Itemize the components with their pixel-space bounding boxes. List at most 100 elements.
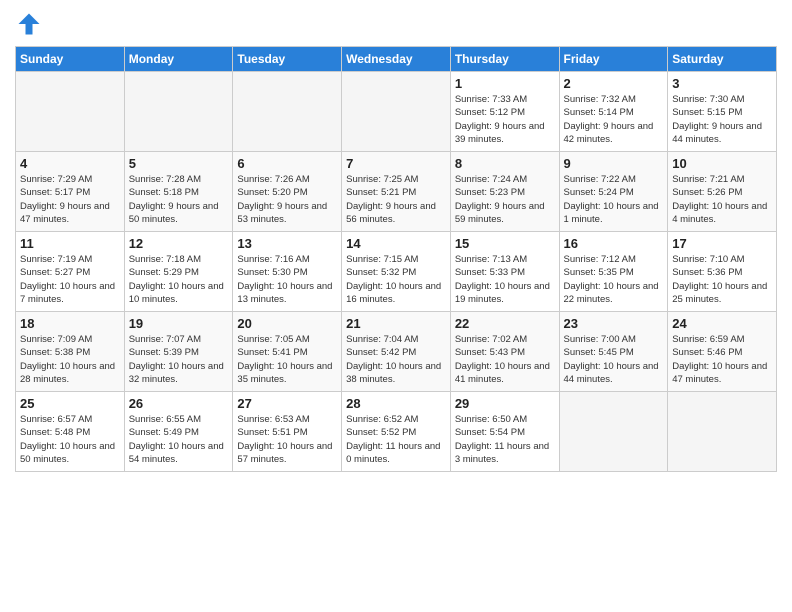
day-number: 18 [20, 316, 120, 331]
day-info: Sunrise: 7:29 AMSunset: 5:17 PMDaylight:… [20, 173, 120, 226]
day-cell: 15 Sunrise: 7:13 AMSunset: 5:33 PMDayligh… [450, 232, 559, 312]
day-number: 4 [20, 156, 120, 171]
day-number: 7 [346, 156, 446, 171]
day-info: Sunrise: 7:19 AMSunset: 5:27 PMDaylight:… [20, 253, 120, 306]
day-cell: 16 Sunrise: 7:12 AMSunset: 5:35 PMDayligh… [559, 232, 668, 312]
week-row-2: 4 Sunrise: 7:29 AMSunset: 5:17 PMDaylight… [16, 152, 777, 232]
day-header-thursday: Thursday [450, 47, 559, 72]
day-cell: 9 Sunrise: 7:22 AMSunset: 5:24 PMDaylight… [559, 152, 668, 232]
calendar-table: SundayMondayTuesdayWednesdayThursdayFrid… [15, 46, 777, 472]
day-cell [559, 392, 668, 472]
day-info: Sunrise: 7:05 AMSunset: 5:41 PMDaylight:… [237, 333, 337, 386]
page-header [15, 10, 777, 38]
day-cell: 8 Sunrise: 7:24 AMSunset: 5:23 PMDaylight… [450, 152, 559, 232]
day-cell: 12 Sunrise: 7:18 AMSunset: 5:29 PMDayligh… [124, 232, 233, 312]
day-cell: 29Sunrise: 6:50 AMSunset: 5:54 PMDayligh… [450, 392, 559, 472]
day-number: 23 [564, 316, 664, 331]
day-info: Sunrise: 7:21 AMSunset: 5:26 PMDaylight:… [672, 173, 772, 226]
day-info: Sunrise: 7:25 AMSunset: 5:21 PMDaylight:… [346, 173, 446, 226]
day-number: 17 [672, 236, 772, 251]
header-row: SundayMondayTuesdayWednesdayThursdayFrid… [16, 47, 777, 72]
day-cell [124, 72, 233, 152]
day-header-tuesday: Tuesday [233, 47, 342, 72]
day-cell: 18Sunrise: 7:09 AMSunset: 5:38 PMDayligh… [16, 312, 125, 392]
day-info: Sunrise: 7:33 AMSunset: 5:12 PMDaylight:… [455, 93, 555, 146]
day-info: Sunrise: 7:24 AMSunset: 5:23 PMDaylight:… [455, 173, 555, 226]
day-cell: 2 Sunrise: 7:32 AMSunset: 5:14 PMDaylight… [559, 72, 668, 152]
day-cell: 25 Sunrise: 6:57 AMSunset: 5:48 PMDayligh… [16, 392, 125, 472]
day-header-sunday: Sunday [16, 47, 125, 72]
day-cell [16, 72, 125, 152]
day-cell: 19Sunrise: 7:07 AMSunset: 5:39 PMDayligh… [124, 312, 233, 392]
day-cell: 26 Sunrise: 6:55 AMSunset: 5:49 PMDayligh… [124, 392, 233, 472]
day-header-monday: Monday [124, 47, 233, 72]
day-cell: 14 Sunrise: 7:15 AMSunset: 5:32 PMDayligh… [342, 232, 451, 312]
day-number: 28 [346, 396, 446, 411]
day-number: 22 [455, 316, 555, 331]
day-cell: 20 Sunrise: 7:05 AMSunset: 5:41 PMDayligh… [233, 312, 342, 392]
day-number: 3 [672, 76, 772, 91]
day-cell [233, 72, 342, 152]
day-header-wednesday: Wednesday [342, 47, 451, 72]
day-number: 24 [672, 316, 772, 331]
week-row-1: 1 Sunrise: 7:33 AMSunset: 5:12 PMDaylight… [16, 72, 777, 152]
day-number: 2 [564, 76, 664, 91]
day-cell: 3 Sunrise: 7:30 AMSunset: 5:15 PMDaylight… [668, 72, 777, 152]
day-cell [342, 72, 451, 152]
week-row-3: 11 Sunrise: 7:19 AMSunset: 5:27 PMDayligh… [16, 232, 777, 312]
day-cell: 5 Sunrise: 7:28 AMSunset: 5:18 PMDaylight… [124, 152, 233, 232]
day-number: 5 [129, 156, 229, 171]
day-number: 15 [455, 236, 555, 251]
day-number: 12 [129, 236, 229, 251]
day-cell: 28 Sunrise: 6:52 AMSunset: 5:52 PMDayligh… [342, 392, 451, 472]
day-cell: 4 Sunrise: 7:29 AMSunset: 5:17 PMDaylight… [16, 152, 125, 232]
day-cell: 17 Sunrise: 7:10 AMSunset: 5:36 PMDayligh… [668, 232, 777, 312]
day-number: 1 [455, 76, 555, 91]
day-info: Sunrise: 7:04 AMSunset: 5:42 PMDaylight:… [346, 333, 446, 386]
day-info: Sunrise: 7:12 AMSunset: 5:35 PMDaylight:… [564, 253, 664, 306]
day-cell: 24 Sunrise: 6:59 AMSunset: 5:46 PMDayligh… [668, 312, 777, 392]
day-cell: 1 Sunrise: 7:33 AMSunset: 5:12 PMDaylight… [450, 72, 559, 152]
day-info: Sunrise: 7:02 AMSunset: 5:43 PMDaylight:… [455, 333, 555, 386]
day-number: 26 [129, 396, 229, 411]
day-cell: 21Sunrise: 7:04 AMSunset: 5:42 PMDayligh… [342, 312, 451, 392]
day-header-friday: Friday [559, 47, 668, 72]
day-cell: 27Sunrise: 6:53 AMSunset: 5:51 PMDayligh… [233, 392, 342, 472]
day-number: 16 [564, 236, 664, 251]
day-cell: 22 Sunrise: 7:02 AMSunset: 5:43 PMDayligh… [450, 312, 559, 392]
day-cell: 23Sunrise: 7:00 AMSunset: 5:45 PMDayligh… [559, 312, 668, 392]
day-info: Sunrise: 7:10 AMSunset: 5:36 PMDaylight:… [672, 253, 772, 306]
week-row-5: 25 Sunrise: 6:57 AMSunset: 5:48 PMDayligh… [16, 392, 777, 472]
day-number: 25 [20, 396, 120, 411]
day-info: Sunrise: 7:28 AMSunset: 5:18 PMDaylight:… [129, 173, 229, 226]
day-info: Sunrise: 7:13 AMSunset: 5:33 PMDaylight:… [455, 253, 555, 306]
day-number: 8 [455, 156, 555, 171]
logo [15, 10, 47, 38]
day-cell: 13Sunrise: 7:16 AMSunset: 5:30 PMDayligh… [233, 232, 342, 312]
logo-icon [15, 10, 43, 38]
day-number: 11 [20, 236, 120, 251]
day-info: Sunrise: 6:55 AMSunset: 5:49 PMDaylight:… [129, 413, 229, 466]
day-info: Sunrise: 7:22 AMSunset: 5:24 PMDaylight:… [564, 173, 664, 226]
day-info: Sunrise: 7:26 AMSunset: 5:20 PMDaylight:… [237, 173, 337, 226]
day-number: 9 [564, 156, 664, 171]
day-cell: 6 Sunrise: 7:26 AMSunset: 5:20 PMDaylight… [233, 152, 342, 232]
day-number: 29 [455, 396, 555, 411]
day-number: 20 [237, 316, 337, 331]
day-number: 14 [346, 236, 446, 251]
day-number: 6 [237, 156, 337, 171]
day-info: Sunrise: 7:16 AMSunset: 5:30 PMDaylight:… [237, 253, 337, 306]
day-cell: 11 Sunrise: 7:19 AMSunset: 5:27 PMDayligh… [16, 232, 125, 312]
day-info: Sunrise: 7:32 AMSunset: 5:14 PMDaylight:… [564, 93, 664, 146]
day-info: Sunrise: 7:07 AMSunset: 5:39 PMDaylight:… [129, 333, 229, 386]
day-cell [668, 392, 777, 472]
day-info: Sunrise: 6:57 AMSunset: 5:48 PMDaylight:… [20, 413, 120, 466]
day-info: Sunrise: 7:18 AMSunset: 5:29 PMDaylight:… [129, 253, 229, 306]
day-info: Sunrise: 6:59 AMSunset: 5:46 PMDaylight:… [672, 333, 772, 386]
day-cell: 10Sunrise: 7:21 AMSunset: 5:26 PMDayligh… [668, 152, 777, 232]
day-info: Sunrise: 6:52 AMSunset: 5:52 PMDaylight:… [346, 413, 446, 466]
day-number: 27 [237, 396, 337, 411]
day-info: Sunrise: 7:30 AMSunset: 5:15 PMDaylight:… [672, 93, 772, 146]
week-row-4: 18Sunrise: 7:09 AMSunset: 5:38 PMDayligh… [16, 312, 777, 392]
day-info: Sunrise: 7:15 AMSunset: 5:32 PMDaylight:… [346, 253, 446, 306]
